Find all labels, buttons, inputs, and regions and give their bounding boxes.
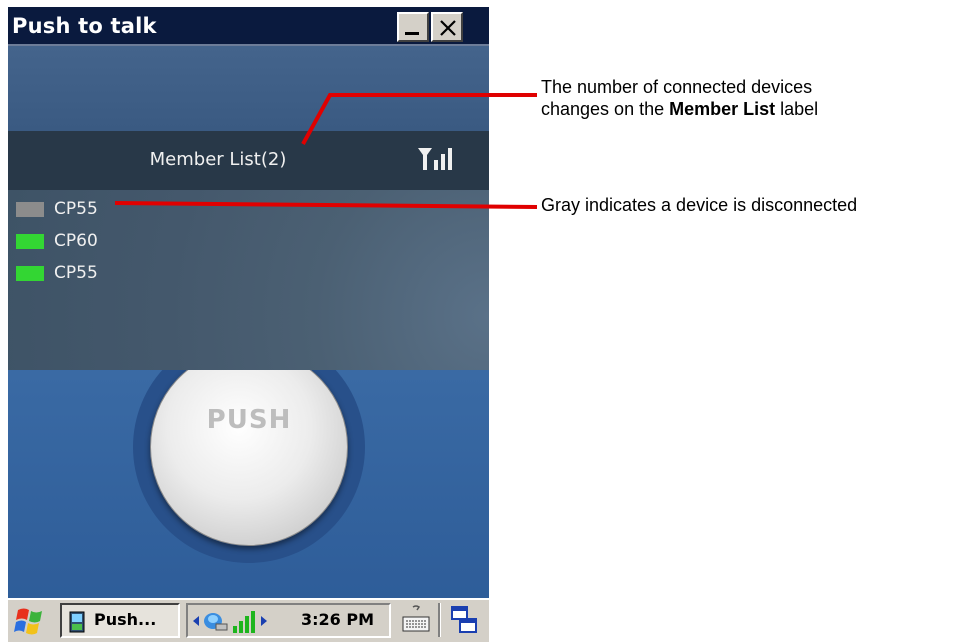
disconnected-leader <box>114 201 538 209</box>
member-count-leader <box>301 93 537 145</box>
annotation-lines <box>114 93 538 209</box>
